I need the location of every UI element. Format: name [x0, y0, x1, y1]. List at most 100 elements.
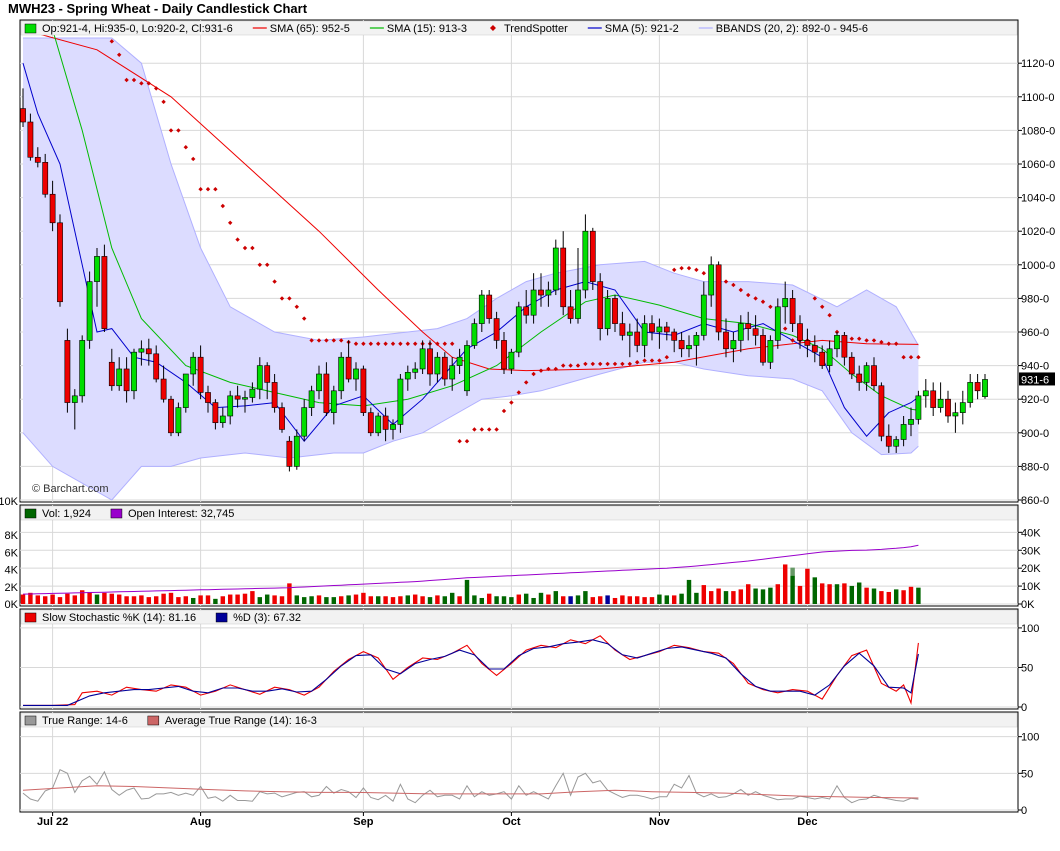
volume-bar: [612, 597, 618, 604]
volume-bar: [57, 597, 63, 604]
candle-body: [575, 289, 581, 319]
volume-bar: [168, 592, 174, 604]
volume-bar: [531, 597, 536, 604]
candle-body: [604, 298, 611, 329]
volume-bar: [819, 583, 825, 604]
volume-bar: [738, 589, 744, 604]
true-range-axis-label: 0: [1021, 805, 1027, 817]
candle-body: [86, 281, 93, 341]
candle-body: [57, 222, 63, 303]
volume-bar: [812, 577, 818, 604]
volume-bar: [516, 594, 522, 604]
legend-label: True Range: 14-6: [42, 715, 128, 727]
candle-body: [264, 365, 271, 383]
candle-body: [523, 306, 530, 316]
volume-bar: [627, 596, 633, 604]
candle-body: [212, 402, 219, 424]
candle-body: [671, 331, 678, 341]
candle-body: [945, 398, 951, 417]
volume-bar: [368, 596, 374, 604]
volume-bar: [553, 591, 559, 604]
candle-body: [301, 407, 308, 437]
volume-bar: [457, 596, 462, 604]
volume-bar: [146, 597, 152, 604]
candle-body: [397, 378, 404, 425]
candle-body: [841, 335, 848, 358]
volume-bar: [198, 595, 203, 604]
volume-bar: [834, 584, 840, 604]
candle-body: [730, 340, 737, 350]
candle-body: [293, 435, 300, 467]
legend-label: SMA (5): 921-2: [605, 23, 679, 35]
price-axis-label: 940-0: [1021, 361, 1049, 373]
volume-bar: [87, 591, 92, 604]
candle-body: [486, 294, 493, 319]
candle-body: [471, 323, 478, 346]
candle-body: [597, 281, 604, 329]
volume-bar: [116, 594, 122, 604]
x-axis-label: Jul 22: [37, 816, 68, 828]
candle-body: [323, 373, 330, 413]
volume-bar: [227, 594, 233, 604]
candle-body: [922, 390, 929, 397]
legend-label: Open Interest: 32,745: [128, 508, 234, 520]
volume-bar: [250, 591, 255, 604]
candle-body: [27, 121, 34, 158]
volume-bar: [797, 585, 803, 604]
volume-bar: [479, 597, 485, 604]
volume-bar: [886, 591, 892, 604]
x-axis-label: Sep: [353, 816, 373, 828]
volume-bar: [190, 597, 196, 604]
volume-bar: [620, 595, 625, 604]
candle-body: [456, 356, 463, 366]
candle-body: [367, 412, 374, 434]
volume-bar: [287, 583, 292, 604]
volume-bar: [538, 592, 544, 604]
volume-bar: [634, 596, 640, 604]
legend-label: TrendSpotter: [504, 23, 568, 35]
candle-body: [190, 356, 197, 375]
volume-bar: [20, 594, 26, 604]
volume-bar: [597, 596, 603, 604]
candle-body: [752, 328, 759, 336]
candle-body: [478, 294, 485, 324]
volume-bar: [338, 596, 344, 604]
candle-body: [449, 365, 456, 380]
candle-body: [508, 351, 515, 370]
volume-bar: [908, 586, 914, 604]
volume-bar: [153, 596, 159, 604]
candle-body: [345, 356, 352, 380]
candle-body: [885, 435, 892, 447]
candle-body: [515, 306, 522, 353]
volume-bar: [331, 597, 337, 604]
candle-body: [34, 156, 41, 163]
volume-bar: [50, 594, 55, 604]
candle-body: [797, 323, 803, 341]
volume-bar: [723, 591, 729, 604]
candle-body: [878, 385, 885, 437]
volume-bar: [449, 592, 455, 604]
true-range-axis-label: 50: [1021, 768, 1033, 780]
candle-body: [811, 345, 818, 353]
volume-bar: [509, 597, 514, 604]
volume-bar: [782, 564, 788, 604]
candle-body: [863, 365, 870, 383]
candle-body: [774, 306, 781, 341]
volume-bar: [864, 587, 869, 604]
legend-label: Average True Range (14): 16-3: [165, 715, 317, 727]
candle-body: [168, 398, 174, 434]
stochastic-axis-label: 0: [1021, 702, 1027, 714]
candle-body: [693, 335, 700, 346]
candle-body: [353, 368, 359, 380]
volume-bar: [390, 597, 396, 604]
volume-bar: [235, 594, 240, 604]
volume-bar: [856, 582, 862, 604]
candle-body: [338, 356, 345, 392]
volume-axis-label: 0K: [5, 599, 19, 611]
candle-body: [360, 368, 367, 413]
volume-bar: [398, 596, 403, 604]
candle-body: [64, 340, 71, 403]
stochastic-axis-label: 100: [1021, 623, 1039, 635]
candle-body: [227, 395, 234, 417]
volume-bar: [775, 584, 781, 604]
